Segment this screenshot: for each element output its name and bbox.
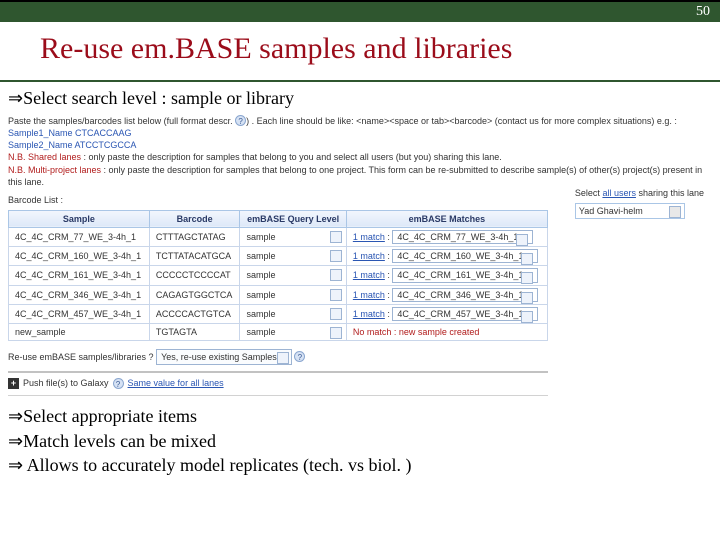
- match-select[interactable]: 4C_4C_CRM_161_WE_3-4h_1: [392, 268, 538, 282]
- arrow-icon: ⇒: [8, 455, 23, 475]
- match-link[interactable]: 1 match: [353, 251, 385, 261]
- match-select[interactable]: 4C_4C_CRM_346_WE_3-4h_1: [392, 288, 538, 302]
- col-level: emBASE Query Level: [240, 210, 346, 227]
- nb-multi-project: N.B. Multi-project lanes : only paste th…: [8, 164, 710, 188]
- cell-level-select[interactable]: sample: [240, 266, 346, 285]
- match-select[interactable]: 4C_4C_CRM_160_WE_3-4h_1: [392, 249, 538, 263]
- example-line-1: Sample1_Name CTCACCAAG: [8, 127, 710, 139]
- divider: [8, 395, 548, 396]
- match-link[interactable]: 1 match: [353, 232, 385, 242]
- arrow-icon: ⇒: [8, 406, 23, 426]
- cell-level-select[interactable]: sample: [240, 323, 346, 340]
- bullet-match-levels: ⇒Match levels can be mixed: [8, 429, 710, 453]
- cell-level-select[interactable]: sample: [240, 304, 346, 323]
- cell-barcode: CTTTAGCTATAG: [149, 228, 240, 247]
- bullet-replicates: ⇒ Allows to accurately model replicates …: [8, 453, 710, 477]
- cell-matches: No match : new sample created: [346, 323, 547, 340]
- cell-sample: 4C_4C_CRM_161_WE_3-4h_1: [9, 266, 150, 285]
- cell-barcode: TGTAGTA: [149, 323, 240, 340]
- cell-level-select[interactable]: sample: [240, 247, 346, 266]
- cell-level-select[interactable]: sample: [240, 228, 346, 247]
- table-row: 4C_4C_CRM_346_WE_3-4h_1CAGAGTGGCTCAsampl…: [9, 285, 548, 304]
- push-galaxy-label: Push file(s) to Galaxy: [23, 377, 109, 389]
- cell-matches: 1 match : 4C_4C_CRM_160_WE_3-4h_1: [346, 247, 547, 266]
- cell-level-select[interactable]: sample: [240, 285, 346, 304]
- reuse-line: Re-use emBASE samples/libraries ? Yes, r…: [8, 349, 710, 365]
- same-value-link[interactable]: Same value for all lanes: [128, 377, 224, 389]
- col-matches: emBASE Matches: [346, 210, 547, 227]
- cell-sample: 4C_4C_CRM_160_WE_3-4h_1: [9, 247, 150, 266]
- cell-barcode: CCCCCTCCCCAT: [149, 266, 240, 285]
- all-users-link[interactable]: all users: [602, 188, 636, 198]
- push-to-galaxy-line: + Push file(s) to Galaxy ? Same value fo…: [8, 377, 710, 389]
- divider: [8, 371, 548, 373]
- table-row: 4C_4C_CRM_457_WE_3-4h_1ACCCCACTGTCAsampl…: [9, 304, 548, 323]
- reuse-select[interactable]: Yes, re-use existing Samples: [156, 349, 292, 365]
- match-select[interactable]: 4C_4C_CRM_457_WE_3-4h_1: [392, 307, 538, 321]
- instruction-text: Paste the samples/barcodes list below (f…: [8, 115, 710, 127]
- match-link[interactable]: 1 match: [353, 270, 385, 280]
- help-icon[interactable]: ?: [113, 378, 124, 389]
- samples-table: Sample Barcode emBASE Query Level emBASE…: [8, 210, 548, 341]
- user-select-input[interactable]: Yad Ghavi-helm: [575, 203, 685, 219]
- share-users-box: Select all users sharing this lane Yad G…: [575, 187, 704, 219]
- match-link[interactable]: 1 match: [353, 309, 385, 319]
- table-row: 4C_4C_CRM_160_WE_3-4h_1TCTTATACATGCAsamp…: [9, 247, 548, 266]
- table-row: 4C_4C_CRM_161_WE_3-4h_1CCCCCTCCCCATsampl…: [9, 266, 548, 285]
- plus-icon[interactable]: +: [8, 378, 19, 389]
- nb-shared-lanes: N.B. Shared lanes : only paste the descr…: [8, 151, 710, 163]
- embedded-screenshot: Paste the samples/barcodes list below (f…: [8, 115, 710, 396]
- cell-matches: 1 match : 4C_4C_CRM_161_WE_3-4h_1: [346, 266, 547, 285]
- arrow-icon: ⇒: [8, 431, 23, 451]
- cell-barcode: TCTTATACATGCA: [149, 247, 240, 266]
- col-barcode: Barcode: [149, 210, 240, 227]
- example-line-2: Sample2_Name ATCCTCGCCA: [8, 139, 710, 151]
- bullet-search-level: ⇒Select search level : sample or library: [8, 88, 710, 109]
- match-link[interactable]: 1 match: [353, 290, 385, 300]
- help-icon[interactable]: ?: [294, 351, 305, 362]
- table-row: new_sampleTGTAGTAsampleNo match : new sa…: [9, 323, 548, 340]
- slide-number-bar: 50: [0, 0, 720, 22]
- cell-sample: new_sample: [9, 323, 150, 340]
- cell-barcode: CAGAGTGGCTCA: [149, 285, 240, 304]
- cell-sample: 4C_4C_CRM_346_WE_3-4h_1: [9, 285, 150, 304]
- cell-matches: 1 match : 4C_4C_CRM_77_WE_3-4h_1: [346, 228, 547, 247]
- col-sample: Sample: [9, 210, 150, 227]
- share-users-text: Select all users sharing this lane: [575, 187, 704, 199]
- bottom-bullets: ⇒Select appropriate items ⇒Match levels …: [8, 404, 710, 477]
- arrow-icon: ⇒: [8, 88, 23, 108]
- help-icon[interactable]: ?: [235, 115, 246, 126]
- slide-title: Re-use em.BASE samples and libraries: [0, 22, 720, 82]
- match-select[interactable]: 4C_4C_CRM_77_WE_3-4h_1: [392, 230, 533, 244]
- table-row: 4C_4C_CRM_77_WE_3-4h_1CTTTAGCTATAGsample…: [9, 228, 548, 247]
- bullet-select-items: ⇒Select appropriate items: [8, 404, 710, 428]
- cell-sample: 4C_4C_CRM_77_WE_3-4h_1: [9, 228, 150, 247]
- cell-sample: 4C_4C_CRM_457_WE_3-4h_1: [9, 304, 150, 323]
- slide-number: 50: [696, 4, 710, 20]
- cell-matches: 1 match : 4C_4C_CRM_457_WE_3-4h_1: [346, 304, 547, 323]
- cell-barcode: ACCCCACTGTCA: [149, 304, 240, 323]
- cell-matches: 1 match : 4C_4C_CRM_346_WE_3-4h_1: [346, 285, 547, 304]
- reuse-label: Re-use emBASE samples/libraries ?: [8, 352, 154, 362]
